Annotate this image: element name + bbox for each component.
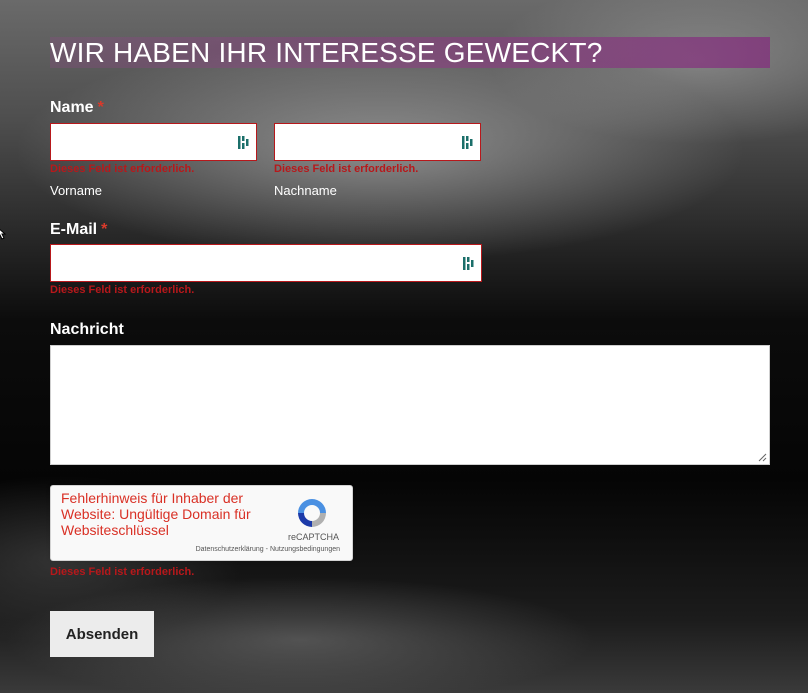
recaptcha-error: Dieses Feld ist erforderlich. (50, 566, 195, 578)
recaptcha-brand: reCAPTCHA (287, 532, 339, 542)
last-name-error: Dieses Feld ist erforderlich. (274, 163, 419, 175)
form-title: WIR HABEN IHR INTERESSE GEWECKT? (50, 37, 603, 68)
password-manager-icon[interactable] (463, 256, 474, 271)
password-manager-icon[interactable] (238, 135, 249, 150)
recaptcha-logo-icon (298, 499, 326, 527)
last-name-input[interactable] (275, 124, 480, 160)
email-label-text: E-Mail (50, 221, 98, 238)
first-name-error: Dieses Feld ist erforderlich. (50, 163, 195, 175)
message-textarea[interactable] (51, 346, 769, 464)
recaptcha-widget[interactable]: Fehlerhinweis für Inhaber der Website: U… (50, 485, 353, 561)
mouse-cursor-icon (0, 228, 6, 240)
first-name-input[interactable] (51, 124, 256, 160)
recaptcha-terms-link[interactable]: Nutzungsbedingungen (270, 546, 340, 553)
email-input[interactable] (51, 245, 481, 281)
last-name-sublabel: Nachname (274, 183, 337, 198)
submit-button[interactable]: Absenden (50, 611, 154, 657)
resize-grip-icon[interactable] (758, 453, 767, 462)
recaptcha-error-message: Fehlerhinweis für Inhaber der Website: U… (61, 490, 251, 538)
name-label: Name * (50, 99, 104, 117)
recaptcha-links: Datenschutzerklärung - Nutzungsbedingung… (196, 546, 340, 553)
first-name-field[interactable] (50, 123, 257, 161)
password-manager-icon[interactable] (462, 135, 473, 150)
required-asterisk: * (101, 221, 108, 238)
message-label: Nachricht (50, 321, 124, 338)
email-error: Dieses Feld ist erforderlich. (50, 284, 195, 296)
first-name-sublabel: Vorname (50, 183, 103, 198)
form-heading: WIR HABEN IHR INTERESSE GEWECKT? (50, 37, 770, 68)
email-field[interactable] (50, 244, 482, 282)
name-label-text: Name (50, 99, 94, 116)
required-asterisk: * (97, 99, 104, 116)
message-field[interactable] (50, 345, 770, 465)
recaptcha-privacy-link[interactable]: Datenschutzerklärung (196, 546, 264, 553)
recaptcha-separator: - (265, 546, 268, 553)
email-label: E-Mail * (50, 221, 107, 239)
last-name-field[interactable] (274, 123, 481, 161)
